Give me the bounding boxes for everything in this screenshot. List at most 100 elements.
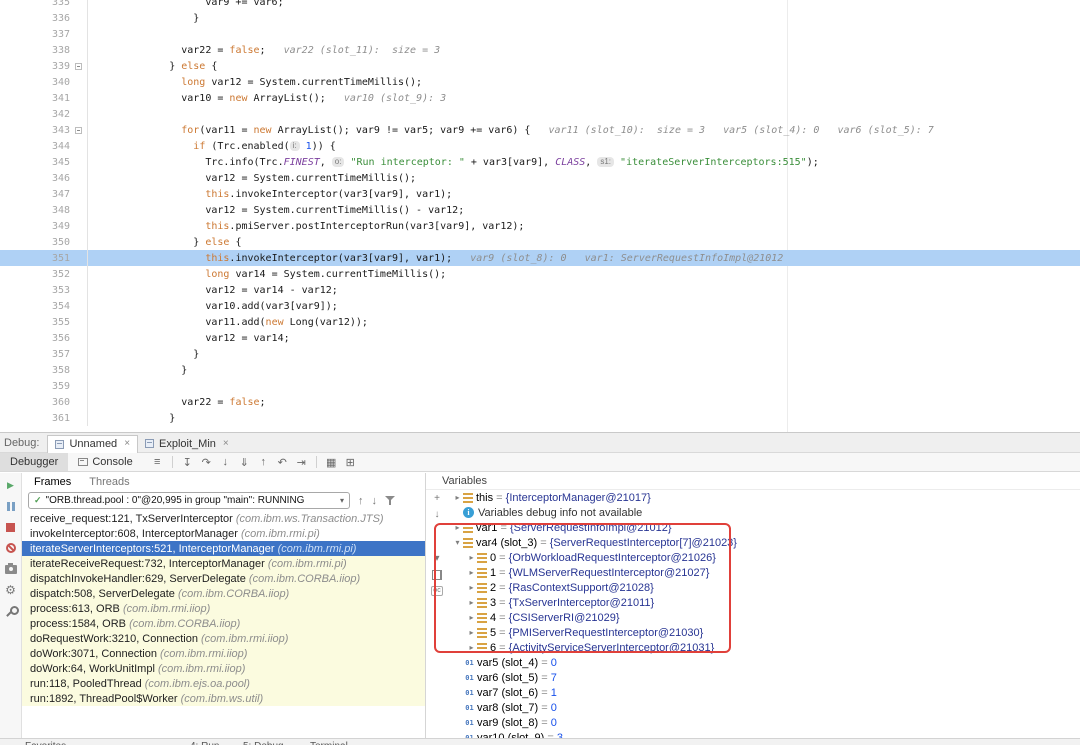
code-line[interactable]: 336 } (0, 10, 1080, 26)
gutter-fold-column[interactable] (70, 186, 88, 202)
restore-layout-icon[interactable]: ⊞ (342, 456, 359, 469)
stack-frame-row[interactable]: doRequestWork:3210, Connection (com.ibm.… (22, 631, 425, 646)
line-number[interactable]: 360 (0, 397, 70, 408)
variable-row[interactable]: ▸ 2 = {RasContextSupport@21028} (448, 580, 1080, 595)
collapsed-icon[interactable]: ▸ (466, 643, 477, 652)
gutter-fold-column[interactable] (70, 218, 88, 234)
evaluate-expression-icon[interactable]: ▦ (323, 456, 340, 469)
gutter-fold-column[interactable] (70, 330, 88, 346)
step-into-icon[interactable]: ↓ (217, 456, 234, 468)
line-number[interactable]: 339 (0, 61, 70, 72)
previous-frame-icon[interactable]: ↑ (358, 495, 364, 507)
code-line[interactable]: 352 long var14 = System.currentTimeMilli… (0, 266, 1080, 282)
code-line[interactable]: 349 this.pmiServer.postInterceptorRun(va… (0, 218, 1080, 234)
line-number[interactable]: 337 (0, 29, 70, 40)
code-line[interactable]: 357 } (0, 346, 1080, 362)
variable-row[interactable]: ▸ 4 = {CSIServerRI@21029} (448, 610, 1080, 625)
pin-icon-button[interactable] (4, 605, 19, 617)
code-line[interactable]: 338 var22 = false; var22 (slot_11): size… (0, 42, 1080, 58)
code-line[interactable]: 358 } (0, 362, 1080, 378)
code-line[interactable]: 348 var12 = System.currentTimeMillis() -… (0, 202, 1080, 218)
line-number[interactable]: 335 (0, 0, 70, 8)
gutter-fold-column[interactable] (70, 394, 88, 410)
drop-frame-icon[interactable]: ↶ (274, 456, 291, 469)
variable-row[interactable]: ▸ 1 = {WLMServerRequestInterceptor@21027} (448, 565, 1080, 580)
line-number[interactable]: 361 (0, 413, 70, 424)
code-line[interactable]: 355 var11.add(new Long(var12)); (0, 314, 1080, 330)
fold-marker-icon[interactable] (75, 62, 82, 70)
variable-row[interactable]: 01 var6 (slot_5) = 7 (448, 670, 1080, 685)
step-out-icon[interactable]: ↑ (255, 456, 272, 468)
line-number[interactable]: 358 (0, 365, 70, 376)
line-number[interactable]: 355 (0, 317, 70, 328)
gutter-fold-column[interactable] (70, 266, 88, 282)
variable-row[interactable]: ▸ this = {InterceptorManager@21017} (448, 490, 1080, 505)
stack-frame-row[interactable]: dispatchInvokeHandler:629, ServerDelegat… (22, 571, 425, 586)
line-number[interactable]: 349 (0, 221, 70, 232)
code-line[interactable]: 339 } else { (0, 58, 1080, 74)
line-number[interactable]: 352 (0, 269, 70, 280)
move-down-icon[interactable]: ↓ (435, 510, 440, 520)
tab-frames[interactable]: Frames (34, 476, 71, 488)
stop-icon-button[interactable] (4, 521, 18, 533)
line-number[interactable]: 342 (0, 109, 70, 120)
line-number[interactable]: 336 (0, 13, 70, 24)
variable-row[interactable]: ▸ 5 = {PMIServerRequestInterceptor@21030} (448, 625, 1080, 640)
resume-icon-button[interactable]: ▶ (4, 479, 18, 491)
line-number[interactable]: 346 (0, 173, 70, 184)
collapsed-icon[interactable]: ▸ (466, 583, 477, 592)
tab-threads[interactable]: Threads (89, 476, 129, 488)
gutter-fold-column[interactable] (70, 202, 88, 218)
line-number[interactable]: 345 (0, 157, 70, 168)
close-icon[interactable]: × (223, 438, 229, 449)
collapsed-icon[interactable]: ▸ (452, 523, 463, 532)
gutter-fold-column[interactable] (70, 410, 88, 426)
stack-frame-row[interactable]: doWork:3071, Connection (com.ibm.rmi.iio… (22, 646, 425, 661)
line-number[interactable]: 351 (0, 253, 70, 264)
variable-row[interactable]: 01 var9 (slot_8) = 0 (448, 715, 1080, 730)
tool-window-button-favorites[interactable]: Favorites (25, 740, 66, 745)
variable-row[interactable]: 01 var5 (slot_4) = 0 (448, 655, 1080, 670)
step-over-icon[interactable]: ↷ (198, 456, 215, 469)
code-line[interactable]: 354 var10.add(var3[var9]); (0, 298, 1080, 314)
gutter-fold-column[interactable] (70, 10, 88, 26)
gutter-fold-column[interactable] (70, 314, 88, 330)
gutter-fold-column[interactable] (70, 0, 88, 10)
code-editor[interactable]: 335 var9 += var6; 336 } 337 338 var22 = fal… (0, 0, 1080, 432)
code-line[interactable]: 335 var9 += var6; (0, 0, 1080, 10)
variable-row[interactable]: ▾ var4 (slot_3) = {ServerRequestIntercept… (448, 535, 1080, 550)
line-number[interactable]: 350 (0, 237, 70, 248)
oc-icon[interactable]: oc (431, 586, 443, 596)
mute-breakpoints-icon-button[interactable] (4, 542, 18, 554)
code-line[interactable]: 350 } else { (0, 234, 1080, 250)
collapsed-icon[interactable]: ▸ (452, 493, 463, 502)
collapsed-icon[interactable]: ▸ (466, 598, 477, 607)
gutter-fold-column[interactable] (70, 90, 88, 106)
line-number[interactable]: 344 (0, 141, 70, 152)
line-number[interactable]: 338 (0, 45, 70, 56)
line-number[interactable]: 356 (0, 333, 70, 344)
gutter-fold-column[interactable] (70, 170, 88, 186)
gutter-fold-column[interactable] (70, 346, 88, 362)
tab-debugger[interactable]: Debugger (0, 453, 69, 471)
collapsed-icon[interactable]: ▸ (466, 568, 477, 577)
gutter-fold-column[interactable] (70, 58, 88, 74)
code-line[interactable]: 345 Trc.info(Trc.FINEST, o: "Run interce… (0, 154, 1080, 170)
gutter-fold-column[interactable] (70, 122, 88, 138)
line-number[interactable]: 359 (0, 381, 70, 392)
stack-frame-row[interactable]: run:1892, ThreadPool$Worker (com.ibm.ws.… (22, 691, 425, 706)
gutter-fold-column[interactable] (70, 42, 88, 58)
code-line[interactable]: 356 var12 = var14; (0, 330, 1080, 346)
code-line[interactable]: 347 this.invokeInterceptor(var3[var9], v… (0, 186, 1080, 202)
layout-settings-icon[interactable]: ≡ (149, 456, 166, 468)
session-tab-unnamed[interactable]: Unnamed × (47, 434, 139, 453)
code-line[interactable]: 337 (0, 26, 1080, 42)
copy-value-icon[interactable] (432, 570, 442, 580)
stack-frame-row[interactable]: process:613, ORB (com.ibm.rmi.iiop) (22, 601, 425, 616)
collapse-icon[interactable]: ▾ (434, 554, 439, 564)
gutter-fold-column[interactable] (70, 234, 88, 250)
tool-window-button-terminal[interactable]: Terminal (310, 740, 348, 745)
gutter-fold-column[interactable] (70, 250, 88, 266)
gutter-fold-column[interactable] (70, 26, 88, 42)
next-frame-icon[interactable]: ↓ (372, 495, 378, 507)
